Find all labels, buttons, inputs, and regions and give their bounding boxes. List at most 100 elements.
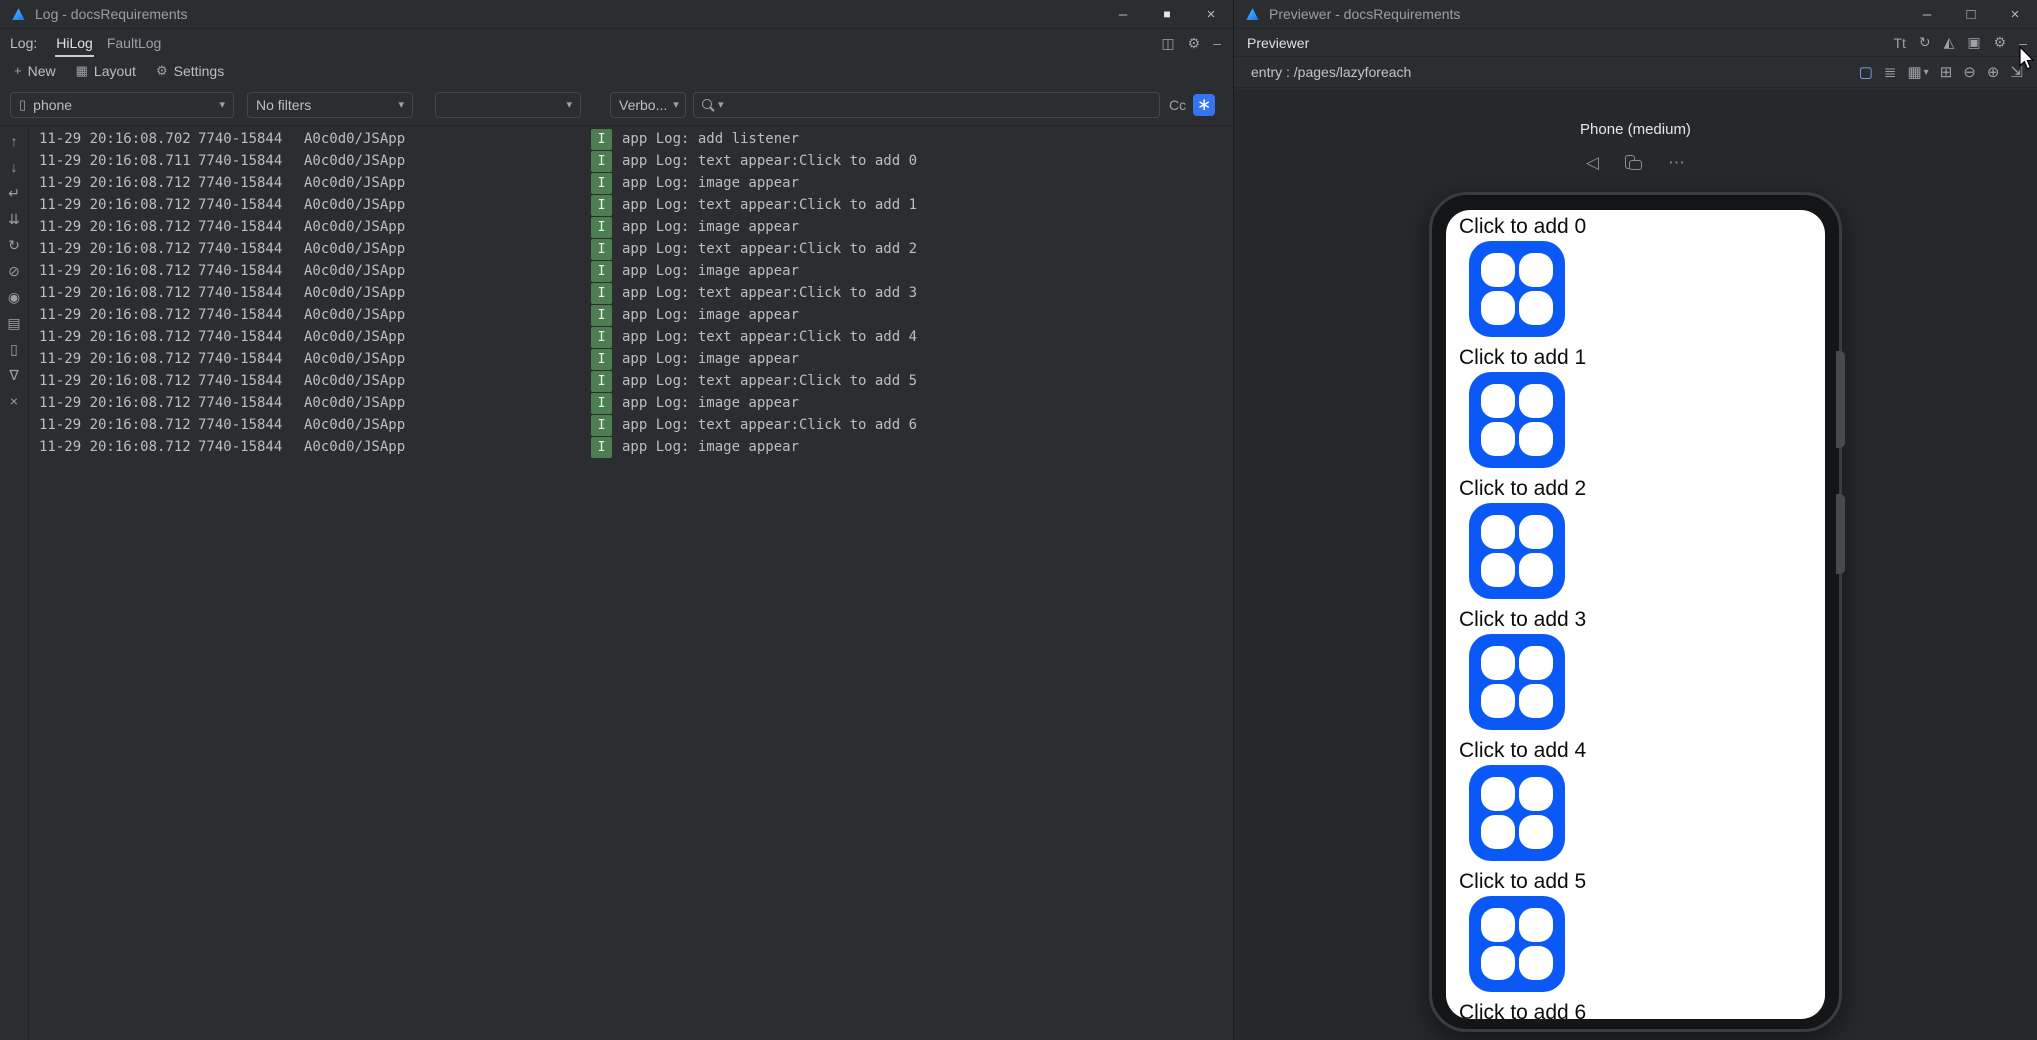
- inspector-icon[interactable]: ◭: [1944, 34, 1955, 51]
- item-label[interactable]: Click to add 4: [1459, 738, 1825, 763]
- log-pid-tid: 7740-15844: [198, 373, 283, 389]
- refresh-icon[interactable]: ↻: [1919, 34, 1931, 51]
- log-level-badge: I: [591, 172, 612, 194]
- item-label[interactable]: Click to add 6: [1459, 1000, 1825, 1019]
- log-row[interactable]: 11-29 20:16:08.712 7740-15844 A0c0d0/JSA…: [29, 348, 1233, 370]
- minimize-button[interactable]: –: [1905, 0, 1949, 28]
- item-label[interactable]: Click to add 2: [1459, 476, 1825, 501]
- gear-icon[interactable]: ⚙: [1188, 35, 1201, 52]
- process-select[interactable]: ▾: [435, 91, 581, 118]
- more-options-icon[interactable]: ⋯: [1668, 153, 1685, 173]
- device-preview-icon[interactable]: ▢: [1859, 63, 1873, 81]
- app-grid-icon[interactable]: [1469, 241, 1565, 337]
- log-message: app Log: text appear:Click to add 1: [622, 197, 918, 213]
- log-row[interactable]: 11-29 20:16:08.712 7740-15844 A0c0d0/JSA…: [29, 216, 1233, 238]
- phone-frame: Click to add 0 Click to add 1 Click to a…: [1429, 192, 1845, 1032]
- app-grid-icon[interactable]: [1469, 896, 1565, 992]
- split-view-icon[interactable]: ◫: [1161, 35, 1174, 52]
- search-input[interactable]: ▾: [693, 91, 1160, 118]
- log-row[interactable]: 11-29 20:16:08.712 7740-15844 A0c0d0/JSA…: [29, 370, 1233, 392]
- tab-hilog[interactable]: HiLog: [49, 29, 100, 57]
- scroll-down-icon[interactable]: ↓: [3, 156, 25, 178]
- log-row[interactable]: 11-29 20:16:08.712 7740-15844 A0c0d0/JSA…: [29, 194, 1233, 216]
- clear-log-icon[interactable]: ⊘: [3, 260, 25, 282]
- list-item: Click to add 2: [1446, 476, 1825, 599]
- text-size-icon[interactable]: Tt: [1893, 35, 1905, 51]
- back-icon[interactable]: ◁: [1586, 153, 1599, 173]
- log-pid-tid: 7740-15844: [198, 131, 283, 147]
- device-icon[interactable]: ▯: [3, 338, 25, 360]
- list-item: Click to add 4: [1446, 738, 1825, 861]
- item-label[interactable]: Click to add 1: [1459, 345, 1825, 370]
- filter-icon[interactable]: ∇: [3, 364, 25, 386]
- minimize-button[interactable]: –: [1101, 0, 1145, 28]
- app-grid-icon[interactable]: [1469, 503, 1565, 599]
- log-row[interactable]: 11-29 20:16:08.712 7740-15844 A0c0d0/JSA…: [29, 172, 1233, 194]
- scroll-to-end-icon[interactable]: ⇊: [3, 208, 25, 230]
- list-item: Click to add 6: [1446, 1000, 1825, 1019]
- match-case-toggle[interactable]: Cc: [1169, 97, 1186, 113]
- new-button[interactable]: + New: [14, 63, 56, 79]
- item-label[interactable]: Click to add 3: [1459, 607, 1825, 632]
- log-row[interactable]: 11-29 20:16:08.702 7740-15844 A0c0d0/JSA…: [29, 128, 1233, 150]
- log-row[interactable]: 11-29 20:16:08.712 7740-15844 A0c0d0/JSA…: [29, 436, 1233, 458]
- grid-view-button[interactable]: ▦ ▾: [1907, 63, 1928, 81]
- scroll-up-icon[interactable]: ↑: [3, 130, 25, 152]
- log-row[interactable]: 11-29 20:16:08.712 7740-15844 A0c0d0/JSA…: [29, 238, 1233, 260]
- log-level-badge: I: [591, 392, 612, 414]
- log-row[interactable]: 11-29 20:16:08.712 7740-15844 A0c0d0/JSA…: [29, 282, 1233, 304]
- log-timestamp: 11-29 20:16:08.712: [39, 219, 191, 235]
- log-message: app Log: text appear:Click to add 6: [622, 417, 918, 433]
- zoom-in-icon[interactable]: ⊕: [1987, 63, 2000, 81]
- log-row[interactable]: 11-29 20:16:08.711 7740-15844 A0c0d0/JSA…: [29, 150, 1233, 172]
- regex-toggle[interactable]: ∗: [1193, 93, 1216, 116]
- log-row[interactable]: 11-29 20:16:08.712 7740-15844 A0c0d0/JSA…: [29, 304, 1233, 326]
- log-timestamp: 11-29 20:16:08.712: [39, 197, 191, 213]
- window-title: Log - docsRequirements: [35, 6, 188, 22]
- save-log-icon[interactable]: ▤: [3, 312, 25, 334]
- log-row[interactable]: 11-29 20:16:08.712 7740-15844 A0c0d0/JSA…: [29, 392, 1233, 414]
- log-row[interactable]: 11-29 20:16:08.712 7740-15844 A0c0d0/JSA…: [29, 260, 1233, 282]
- log-tag: A0c0d0/JSApp: [304, 373, 406, 389]
- log-message: app Log: text appear:Click to add 3: [622, 285, 918, 301]
- log-message: app Log: image appear: [622, 351, 800, 367]
- log-row[interactable]: 11-29 20:16:08.712 7740-15844 A0c0d0/JSA…: [29, 326, 1233, 348]
- zoom-out-icon[interactable]: ⊖: [1963, 63, 1976, 81]
- app-grid-icon[interactable]: [1469, 634, 1565, 730]
- tab-faultlog[interactable]: FaultLog: [100, 29, 168, 57]
- item-label[interactable]: Click to add 0: [1459, 214, 1825, 239]
- settings-button[interactable]: ⚙ Settings: [156, 63, 224, 79]
- log-row[interactable]: 11-29 20:16:08.712 7740-15844 A0c0d0/JSA…: [29, 414, 1233, 436]
- rotate-device-icon[interactable]: [1625, 155, 1643, 170]
- filter-select[interactable]: No filters ▾: [247, 91, 413, 118]
- close-button[interactable]: ×: [1993, 0, 2037, 28]
- soft-wrap-icon[interactable]: ↵: [3, 182, 25, 204]
- app-grid-icon[interactable]: [1469, 765, 1565, 861]
- screenshot-icon[interactable]: ◉: [3, 286, 25, 308]
- gear-icon[interactable]: ⚙: [1994, 34, 2007, 51]
- log-timestamp: 11-29 20:16:08.712: [39, 329, 191, 345]
- layers-icon[interactable]: ≣: [1884, 63, 1897, 81]
- log-level-badge: I: [591, 414, 612, 436]
- level-select[interactable]: Verbo... ▾: [610, 91, 686, 118]
- item-label[interactable]: Click to add 5: [1459, 869, 1825, 894]
- device-select[interactable]: ▯ phone ▾: [10, 91, 234, 118]
- maximize-button[interactable]: ■: [1145, 0, 1189, 28]
- phone-screen[interactable]: Click to add 0 Click to add 1 Click to a…: [1446, 210, 1825, 1019]
- layout-button[interactable]: ▦ Layout: [76, 63, 136, 79]
- restart-icon[interactable]: ↻: [3, 234, 25, 256]
- log-timestamp: 11-29 20:16:08.702: [39, 131, 191, 147]
- close-button[interactable]: ×: [1189, 0, 1233, 28]
- volume-button: [1836, 351, 1845, 448]
- log-pid-tid: 7740-15844: [198, 307, 283, 323]
- app-grid-icon[interactable]: [1469, 372, 1565, 468]
- export-icon[interactable]: ▣: [1967, 34, 1980, 51]
- close-icon[interactable]: ×: [3, 390, 25, 412]
- power-button: [1836, 494, 1845, 574]
- log-message: app Log: image appear: [622, 439, 800, 455]
- frame-select-icon[interactable]: ⊞: [1940, 63, 1953, 81]
- gear-icon: ⚙: [155, 62, 168, 78]
- maximize-button[interactable]: □: [1949, 0, 1993, 28]
- hide-panel-icon[interactable]: –: [1213, 35, 1221, 51]
- log-list[interactable]: 11-29 20:16:08.702 7740-15844 A0c0d0/JSA…: [29, 126, 1233, 1040]
